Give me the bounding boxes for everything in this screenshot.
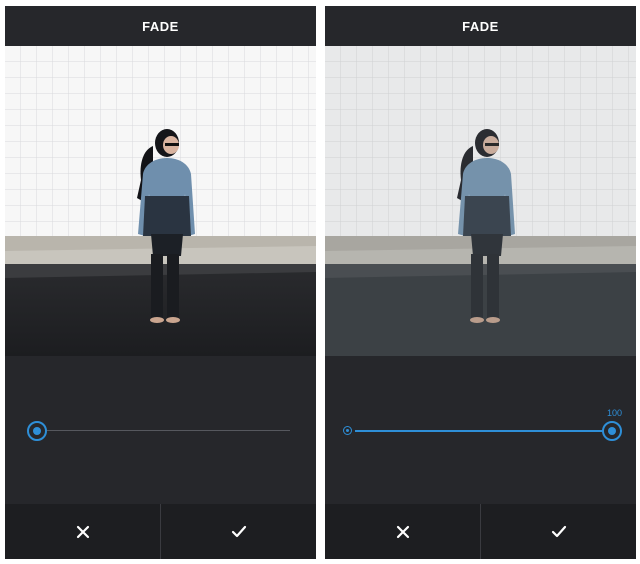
confirm-button[interactable] — [160, 504, 316, 559]
fade-slider[interactable] — [27, 420, 297, 442]
fade-slider[interactable] — [347, 420, 622, 442]
slider-knob[interactable] — [27, 421, 47, 441]
header-title: FADE — [142, 18, 179, 34]
adjustment-area — [5, 356, 316, 504]
editor-panel-before: FADE — [5, 6, 316, 559]
confirm-button[interactable] — [480, 504, 636, 559]
cancel-button[interactable] — [5, 504, 160, 559]
photo-preview — [5, 46, 316, 356]
editor-panel-after: FADE 100 — [325, 6, 636, 559]
slider-fill — [355, 430, 610, 432]
slider-knob[interactable] — [602, 421, 622, 441]
header-bar: FADE — [5, 6, 316, 46]
cancel-button[interactable] — [325, 504, 480, 559]
close-icon — [396, 525, 409, 538]
slider-value-label: 100 — [606, 408, 622, 418]
footer-bar — [5, 504, 316, 559]
photo-preview — [325, 46, 636, 356]
checkmark-icon — [231, 525, 246, 537]
header-bar: FADE — [325, 6, 636, 46]
adjustment-area: 100 — [325, 356, 636, 504]
checkmark-icon — [551, 525, 566, 537]
slider-track — [35, 430, 290, 431]
footer-bar — [325, 504, 636, 559]
header-title: FADE — [462, 18, 499, 34]
close-icon — [76, 525, 89, 538]
